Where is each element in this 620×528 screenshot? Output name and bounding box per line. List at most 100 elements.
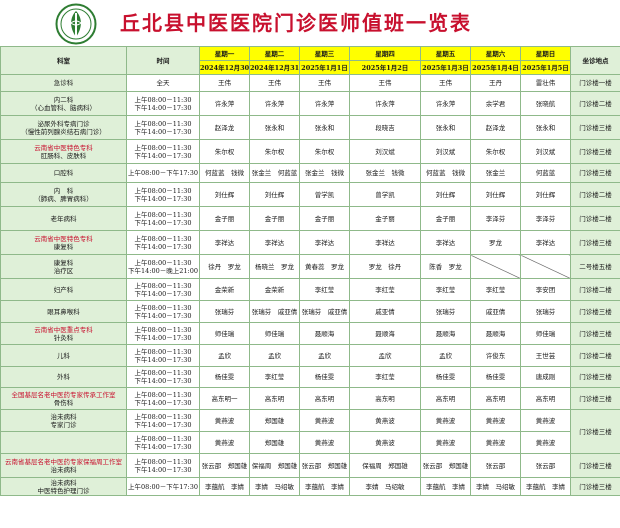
time-cell: 上午08:00－11:30 下午14:00－17:30: [126, 115, 200, 140]
dept-cell: 康复科 治疗区: [0, 254, 127, 279]
time-cell: 上午08:00－11:30 下午14:00－17:30: [126, 453, 200, 478]
cell-line: 治未病科: [50, 412, 77, 421]
doctor-cell: 戚亚倩: [349, 300, 421, 323]
doctor-cell: 张云邵 郑国雄: [420, 453, 471, 478]
doctor-cell: 孟欣: [420, 344, 471, 367]
doctor-cell: 陈香 罗龙: [420, 254, 471, 279]
doctor-cell: 黄春蕊 罗龙: [299, 254, 350, 279]
doctor-cell: 李婧 马绍敏: [470, 477, 521, 496]
doctor-cell: 刘仕辉: [420, 182, 471, 207]
doctor-cell: 唐成刚: [520, 366, 571, 388]
doctor-cell: 张云邵 郑国雄: [199, 453, 250, 478]
cell-line: 上午08:00－11:30: [134, 186, 192, 195]
doctor-cell: 刘仕辉: [199, 182, 250, 207]
table-row: 外科 上午08:00－11:30 下午14:00－17:30 杨佳雯 李红莹 杨佳雯 李红莹…: [0, 366, 620, 388]
doctor-cell: 保福周 郑国雄: [349, 453, 421, 478]
doctor-cell: 孟欣: [349, 344, 421, 367]
dept-cell: 内 科（肺病、脾胃病科）: [0, 182, 127, 207]
empty-slash-cell: [470, 254, 521, 279]
doctor-cell: 李蕴航 李婧: [299, 477, 350, 496]
doctor-cell: 王伟: [249, 74, 300, 92]
doctor-cell: 高东明一: [199, 387, 250, 410]
doctor-cell: 杨佳雯: [420, 366, 471, 388]
cell-line: （肺病、脾胃病科）: [34, 194, 93, 203]
doctor-cell: 雷壮伟: [520, 74, 571, 92]
location-cell: 门诊楼三楼: [570, 477, 620, 496]
doctor-cell: 张瑞芬: [420, 300, 471, 323]
doctor-cell: 金子丽: [199, 206, 250, 231]
time-cell: 上午08:00－11:30 下午14:00－17:30: [126, 300, 200, 323]
cell-line: 上午08:00－11:30: [134, 234, 192, 243]
cell-line: 下午14:00－17:30: [134, 420, 192, 429]
header-day-date: 2025年1月4日: [470, 60, 521, 75]
table-row: 治未病科 专家门诊 上午08:00－11:30 下午14:00－17:30 黄燕波 郑国雄…: [0, 409, 620, 454]
time-cell: 上午08:00－11:30 下午14:00－17:30: [126, 344, 200, 367]
doctor-cell: 刘汉斌: [520, 139, 571, 164]
cell-line: 下午14:00－17:30: [134, 218, 192, 227]
doctor-cell: 高东明: [470, 387, 521, 410]
doctor-cell: 戚亚倩: [470, 300, 521, 323]
cell-line: 上午08:00－下午17:30: [128, 169, 198, 177]
time-cell: 上午08:00－11:30 下午14:00－17:30: [126, 182, 200, 207]
doctor-cell: 张永和: [299, 115, 350, 140]
time-cell: 上午08:00－11:30 下午14:00－17:30: [126, 230, 200, 255]
cell-line: 上午08:00－11:30: [134, 347, 192, 356]
time-cell: 上午08:00－11:30 下午14:00－17:30: [126, 91, 200, 116]
table-row: 内 科（肺病、脾胃病科） 上午08:00－11:30 下午14:00－17:30 刘仕…: [0, 182, 620, 207]
cell-line: 下午14:00－17:30: [134, 355, 192, 364]
doctor-cell: 张金兰: [470, 163, 521, 183]
dept-cell: 内二科 （心血管科、脑病科）: [0, 91, 127, 116]
header-day-name: 星期日: [520, 46, 571, 61]
dept-cell: 云南省中医重点专科 针灸科: [0, 322, 127, 345]
location-cell: 门诊楼三楼: [570, 115, 620, 140]
cell-line: 上午08:00－11:30: [134, 258, 192, 267]
header-day-name: 星期四: [349, 46, 421, 61]
cell-line: 治疗区: [53, 266, 74, 275]
doctor-cell: 聂顺海: [420, 322, 471, 345]
doctor-cell: 曾学凯: [349, 182, 421, 207]
cell-line: 云南省中医特色专科: [34, 143, 93, 152]
doctor-cell: 黄燕波: [349, 409, 421, 432]
table-row: 眼耳鼻喉科 上午08:00－11:30 下午14:00－17:30 张瑞芬 张瑞芬 戚亚…: [0, 300, 620, 323]
doctor-cell: 朱尔权: [199, 139, 250, 164]
cell-line: （慢性前列腺炎结石病门诊）: [21, 127, 106, 136]
doctor-cell: 黄燕波: [470, 409, 521, 432]
doctor-cell: 李泽芬: [520, 206, 571, 231]
cell-line: 急诊科: [53, 79, 74, 87]
doctor-cell: 金子丽: [249, 206, 300, 231]
doctor-cell: 李祥达: [349, 230, 421, 255]
doctor-cell: 杨佳雯: [470, 366, 521, 388]
dept-cell: 眼耳鼻喉科: [0, 300, 127, 323]
cell-line: 下午14:00－17:30: [134, 194, 192, 203]
location-cell: 门诊楼三楼: [570, 409, 620, 454]
cell-line: 全国基层名老中医药专家传承工作室: [11, 390, 116, 399]
doctor-cell: 李祥达: [420, 230, 471, 255]
doctor-cell: 赵泽龙: [470, 115, 521, 140]
doctor-cell: 金子丽: [349, 206, 421, 231]
cell-line: 上午08:00－11:30: [134, 281, 192, 290]
cell-line: （心血管科、脑病科）: [31, 103, 96, 112]
table-row: 老年病科 上午08:00－11:30 下午14:00－17:30 金子丽 金子丽 金子丽金…: [0, 206, 620, 231]
cell-line: 上午08:00－11:30: [134, 412, 192, 421]
doctor-cell: 师佳瑞: [249, 322, 300, 345]
cell-line: 上午08:00－11:30: [134, 210, 192, 219]
table-row: 急诊科 全天 王伟 王伟 王伟 王伟 王伟 王丹 雷壮伟 门诊楼一楼: [0, 74, 620, 92]
doctor-cell: 刘仕辉: [470, 182, 521, 207]
table-row: 云南省中医特色专科 肛肠科、皮肤科 上午08:00－11:30 下午14:00－17:…: [0, 139, 620, 164]
doctor-cell: 李红莹: [470, 278, 521, 301]
dept-cell: 外科: [0, 366, 127, 388]
doctor-cell: 张瑞芬: [520, 300, 571, 323]
cell-line: 下午14:00－17:30: [134, 333, 192, 342]
duty-schedule-table: 科室时间星期一星期二星期三星期四星期五星期六星期日坐诊地点 2024年12月30日…: [0, 46, 620, 496]
table-row: 口腔科 上午08:00－下午17:30 何蓝蓝 钱微 张金兰 何蓝蓝 张金兰 钱微 张金兰…: [0, 163, 620, 183]
doctor-cell: 李祥达: [299, 230, 350, 255]
cell-line: 骨伤科: [53, 398, 74, 407]
dept-cell: 妇产科: [0, 278, 127, 301]
doctor-cell: 聂顺海: [349, 322, 421, 345]
table-row: 泌尿外科专病门诊 （慢性前列腺炎结石病门诊） 上午08:00－11:30 下午14:0…: [0, 115, 620, 140]
doctor-cell: 杨佳雯: [199, 366, 250, 388]
location-cell: 门诊楼二楼: [570, 278, 620, 301]
location-cell: 门诊楼二楼: [570, 182, 620, 207]
header-day-name: 星期三: [299, 46, 350, 61]
location-cell: 二号楼五楼: [570, 254, 620, 279]
